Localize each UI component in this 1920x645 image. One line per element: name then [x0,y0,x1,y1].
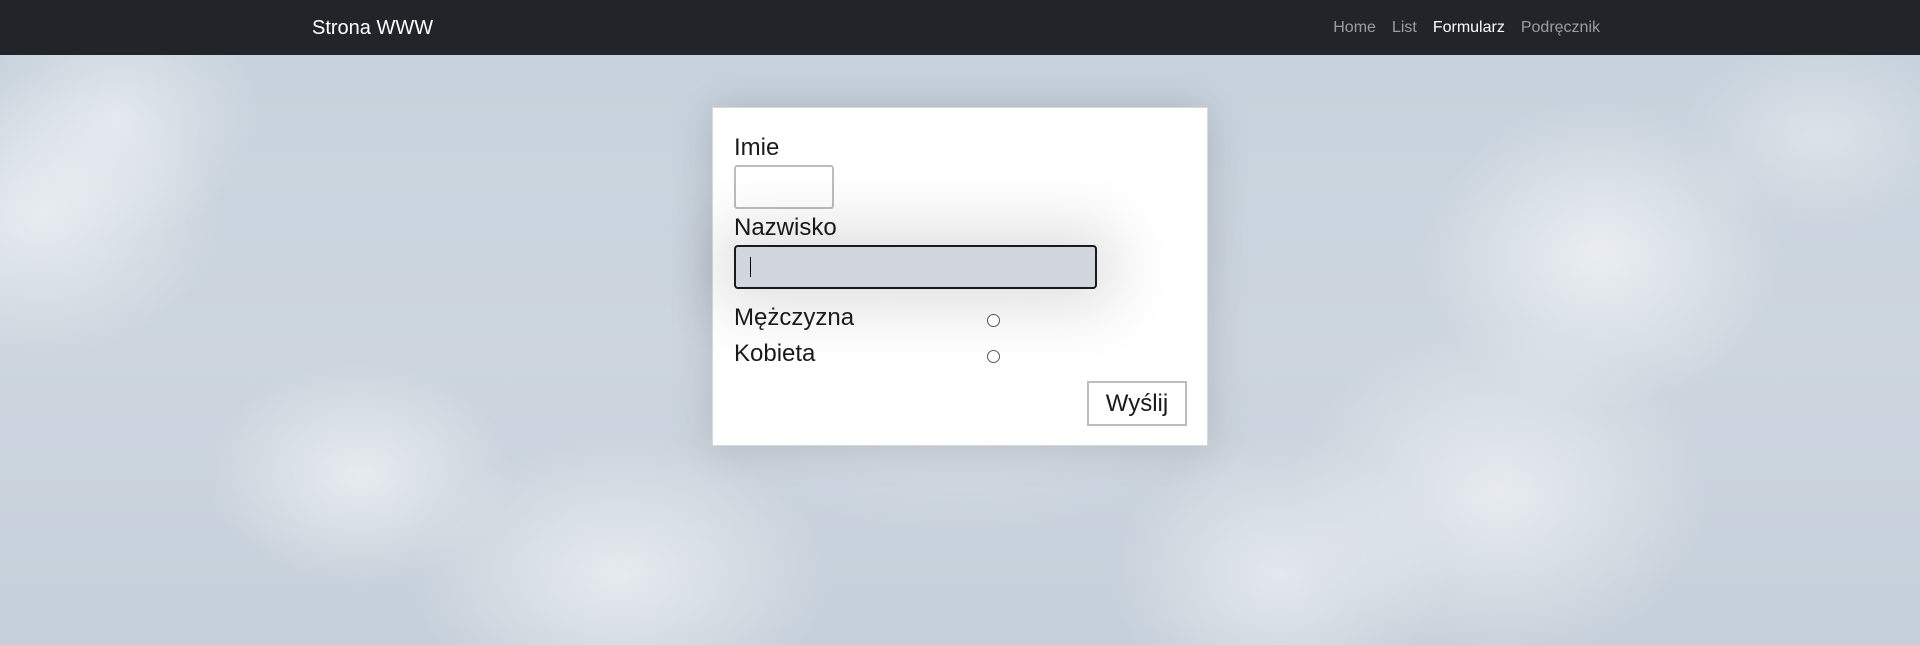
navbar: Strona WWW Home List Formularz Podręczni… [0,0,1920,55]
form-card: Imie Nazwisko Mężczyzna Kobieta Wyślij [712,107,1208,446]
nav-link-list[interactable]: List [1392,19,1417,37]
gender-female-radio[interactable] [987,350,1000,363]
first-name-label: Imie [734,134,780,161]
submit-button[interactable]: Wyślij [1087,381,1187,426]
nav-links: Home List Formularz Podręcznik [1333,0,1600,55]
gender-female-label: Kobieta [734,340,816,367]
first-name-input[interactable] [734,165,834,209]
text-cursor [750,257,751,277]
nav-link-home[interactable]: Home [1333,19,1376,37]
nav-link-podrecznik[interactable]: Podręcznik [1521,19,1600,37]
gender-male-radio[interactable] [987,314,1000,327]
navbar-brand[interactable]: Strona WWW [312,16,433,40]
last-name-input[interactable] [734,245,1097,289]
nav-link-formularz[interactable]: Formularz [1433,19,1505,37]
last-name-label: Nazwisko [734,214,837,241]
gender-male-label: Mężczyzna [734,304,855,331]
